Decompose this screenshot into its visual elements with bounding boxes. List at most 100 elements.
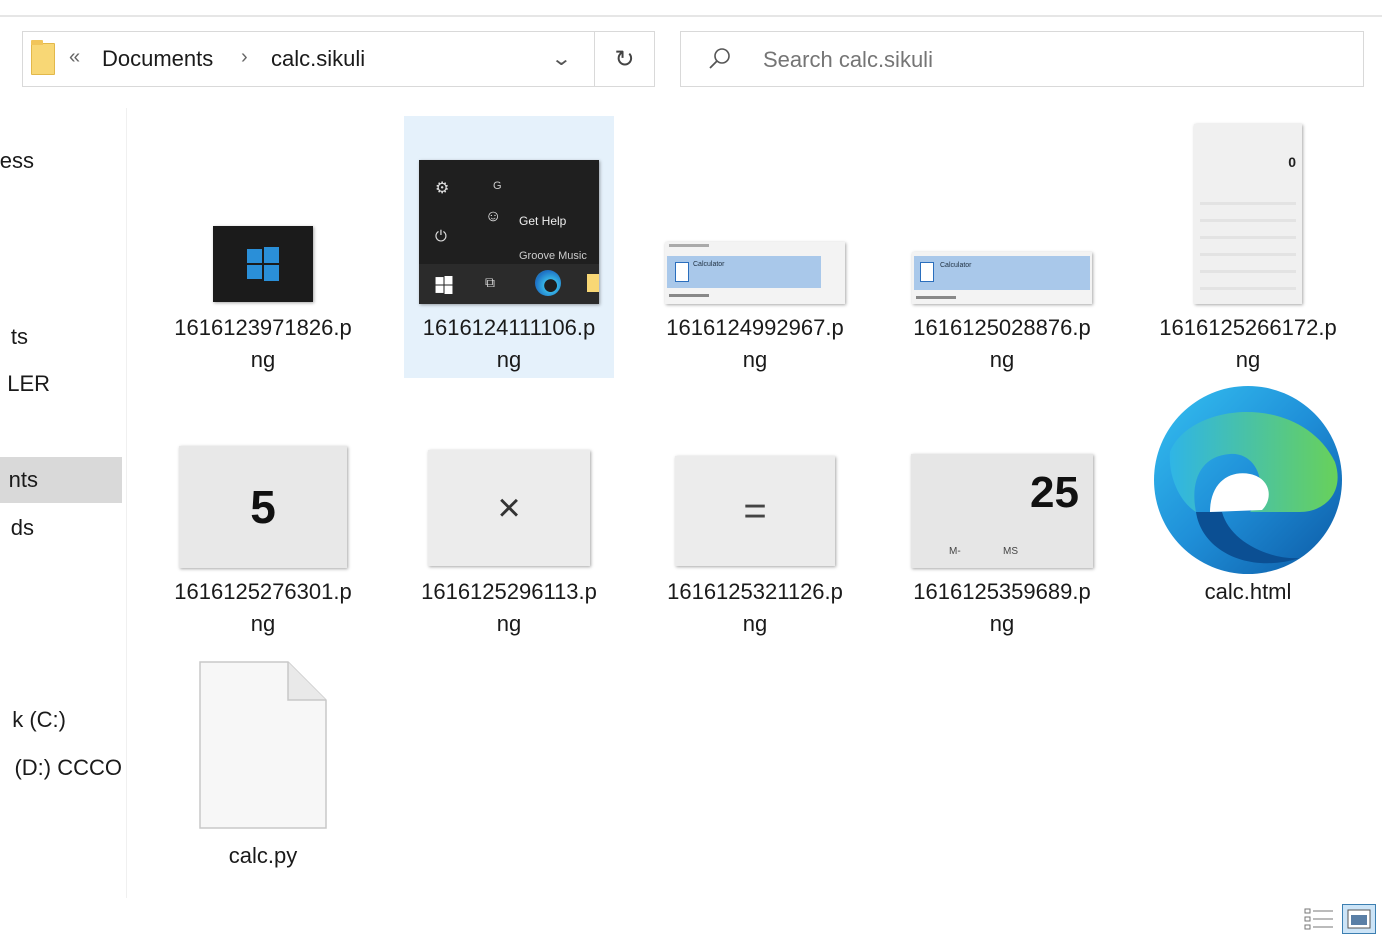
nav-item-label: nts	[8, 467, 38, 492]
start-menu-thumbnail: ⚙ G ☺ Get Help ⏻ Groove Music ⧉	[419, 160, 599, 304]
details-view-icon	[1304, 908, 1333, 930]
details-view-button[interactable]	[1302, 904, 1336, 934]
navigation-pane: ess ts LER nts ds k (C:) (D:) CCCO	[0, 108, 127, 898]
calculator-text: Calculator	[940, 262, 972, 269]
breadcrumb-separator-icon[interactable]: ›	[241, 46, 248, 69]
overflow-chevron-icon[interactable]: «	[69, 46, 80, 69]
get-help-text: Get Help	[519, 214, 567, 228]
nav-item-drive-d[interactable]: (D:) CCCO	[0, 745, 122, 791]
file-item[interactable]: × 1616125296113.p ng	[404, 380, 614, 642]
file-name-line: 1616125028876.p	[913, 315, 1091, 340]
nav-item-documents-quick[interactable]: ts	[0, 314, 122, 360]
nav-item-label: ds	[10, 515, 34, 540]
power-icon: ⏻	[435, 228, 447, 245]
nav-item-documents[interactable]: nts	[0, 457, 122, 503]
groove-text: Groove Music	[519, 250, 587, 262]
image-thumbnail: Calculator	[650, 242, 860, 304]
file-item[interactable]: 0 1616125266172.p ng	[1143, 116, 1353, 378]
file-name: 1616124992967.p ng	[650, 312, 860, 376]
file-name: 1616125296113.p ng	[404, 576, 614, 640]
refresh-button[interactable]: ↻	[594, 31, 655, 87]
file-name-line: 1616125266172.p	[1159, 315, 1337, 340]
file-name-line: 1616123971826.p	[174, 315, 352, 340]
equals-button-thumbnail: =	[675, 456, 835, 566]
file-item-selected[interactable]: ⚙ G ☺ Get Help ⏻ Groove Music ⧉ 16161241…	[404, 116, 614, 378]
file-name-line: ng	[250, 347, 276, 372]
refresh-icon: ↻	[614, 45, 635, 73]
ms-label: MS	[1003, 546, 1018, 557]
image-thumbnail: ⚙ G ☺ Get Help ⏻ Groove Music ⧉	[404, 160, 614, 304]
image-thumbnail: Calculator	[897, 252, 1107, 304]
file-name-line: 1616125276301.p	[174, 579, 352, 604]
file-name-line: 1616124992967.p	[666, 315, 844, 340]
nav-item-label: (D:) CCCO	[14, 755, 122, 780]
file-item[interactable]: 1616123971826.p ng	[158, 116, 368, 378]
file-name: 1616124111106.p ng	[404, 312, 614, 376]
search-icon	[709, 48, 730, 69]
edge-icon	[535, 270, 561, 296]
file-item[interactable]: 5 1616125276301.p ng	[158, 380, 368, 642]
file-name: 1616125276301.p ng	[158, 576, 368, 640]
file-item[interactable]: calc.py	[158, 644, 368, 884]
file-item[interactable]: Calculator 1616125028876.p ng	[897, 116, 1107, 378]
task-view-icon: ⧉	[485, 274, 495, 290]
file-name-line: ng	[496, 347, 522, 372]
search-box[interactable]	[680, 31, 1364, 87]
edge-browser-icon	[1154, 386, 1342, 574]
file-name-line: 1616125321126.p	[667, 579, 843, 604]
address-bar[interactable]: « Documents › calc.sikuli ⌄	[22, 31, 594, 87]
address-dropdown-icon[interactable]: ⌄	[550, 46, 572, 71]
search-input[interactable]	[761, 44, 1325, 76]
image-thumbnail	[158, 226, 368, 302]
nav-item-folder[interactable]: LER	[0, 361, 122, 407]
file-name-line: ng	[742, 611, 768, 636]
large-icons-view-button[interactable]	[1342, 904, 1376, 934]
nav-item-local-disk-c[interactable]: k (C:)	[0, 697, 122, 743]
file-item[interactable]: Calculator 1616124992967.p ng	[650, 116, 860, 378]
large-icons-view-icon	[1347, 909, 1371, 929]
image-thumbnail	[158, 660, 368, 830]
thumbnail-line	[669, 244, 709, 247]
image-thumbnail	[1143, 382, 1353, 578]
image-thumbnail: =	[650, 456, 860, 566]
file-name: calc.html	[1143, 576, 1353, 608]
windows-logo-icon	[247, 247, 279, 281]
digit-five-button-thumbnail: 5	[179, 446, 347, 568]
calculator-thumbnail: 0	[1194, 124, 1302, 304]
image-thumbnail: 5	[158, 446, 368, 568]
file-name: 1616125321126.p ng	[650, 576, 860, 640]
highlight-row	[667, 256, 821, 288]
file-name-line: ng	[1235, 347, 1261, 372]
m-minus-label: M-	[949, 546, 961, 557]
file-name-line: calc.py	[228, 843, 298, 868]
file-item[interactable]: = 1616125321126.p ng	[650, 380, 860, 642]
nav-item-label: LER	[7, 371, 50, 396]
breadcrumb-documents[interactable]: Documents	[102, 46, 213, 72]
view-switcher	[1302, 904, 1376, 934]
calculator-app-icon	[675, 262, 689, 282]
nav-item-label: k (C:)	[12, 707, 66, 732]
display-value: 25	[1030, 468, 1079, 517]
calculator-display: 0	[1288, 154, 1296, 170]
breadcrumb-calc-sikuli[interactable]: calc.sikuli	[271, 46, 365, 72]
file-name-line: 1616124111106.p	[422, 315, 596, 340]
file-name-line: calc.html	[1204, 579, 1292, 604]
folder-icon	[587, 274, 599, 292]
nav-item-downloads[interactable]: ds	[0, 505, 122, 551]
calculator-keypad	[1200, 188, 1296, 298]
file-name: 1616125028876.p ng	[897, 312, 1107, 376]
thumbnail-line	[669, 294, 709, 297]
help-icon: ☺	[485, 208, 502, 225]
search-result-thumbnail: Calculator	[912, 252, 1092, 304]
generic-file-icon	[199, 661, 327, 829]
thumbnail-line	[916, 296, 956, 299]
nav-item-quick-access[interactable]: ess	[0, 138, 122, 184]
file-item[interactable]: calc.html	[1143, 380, 1353, 642]
settings-icon: ⚙	[435, 180, 450, 197]
image-thumbnail: 25 M- MS	[897, 454, 1107, 568]
search-result-thumbnail: Calculator	[665, 242, 845, 304]
file-item[interactable]: 25 M- MS 1616125359689.p ng	[897, 380, 1107, 642]
nav-item-label: ess	[0, 148, 34, 173]
file-name-line: ng	[989, 611, 1015, 636]
toolbar-divider	[0, 15, 1382, 17]
